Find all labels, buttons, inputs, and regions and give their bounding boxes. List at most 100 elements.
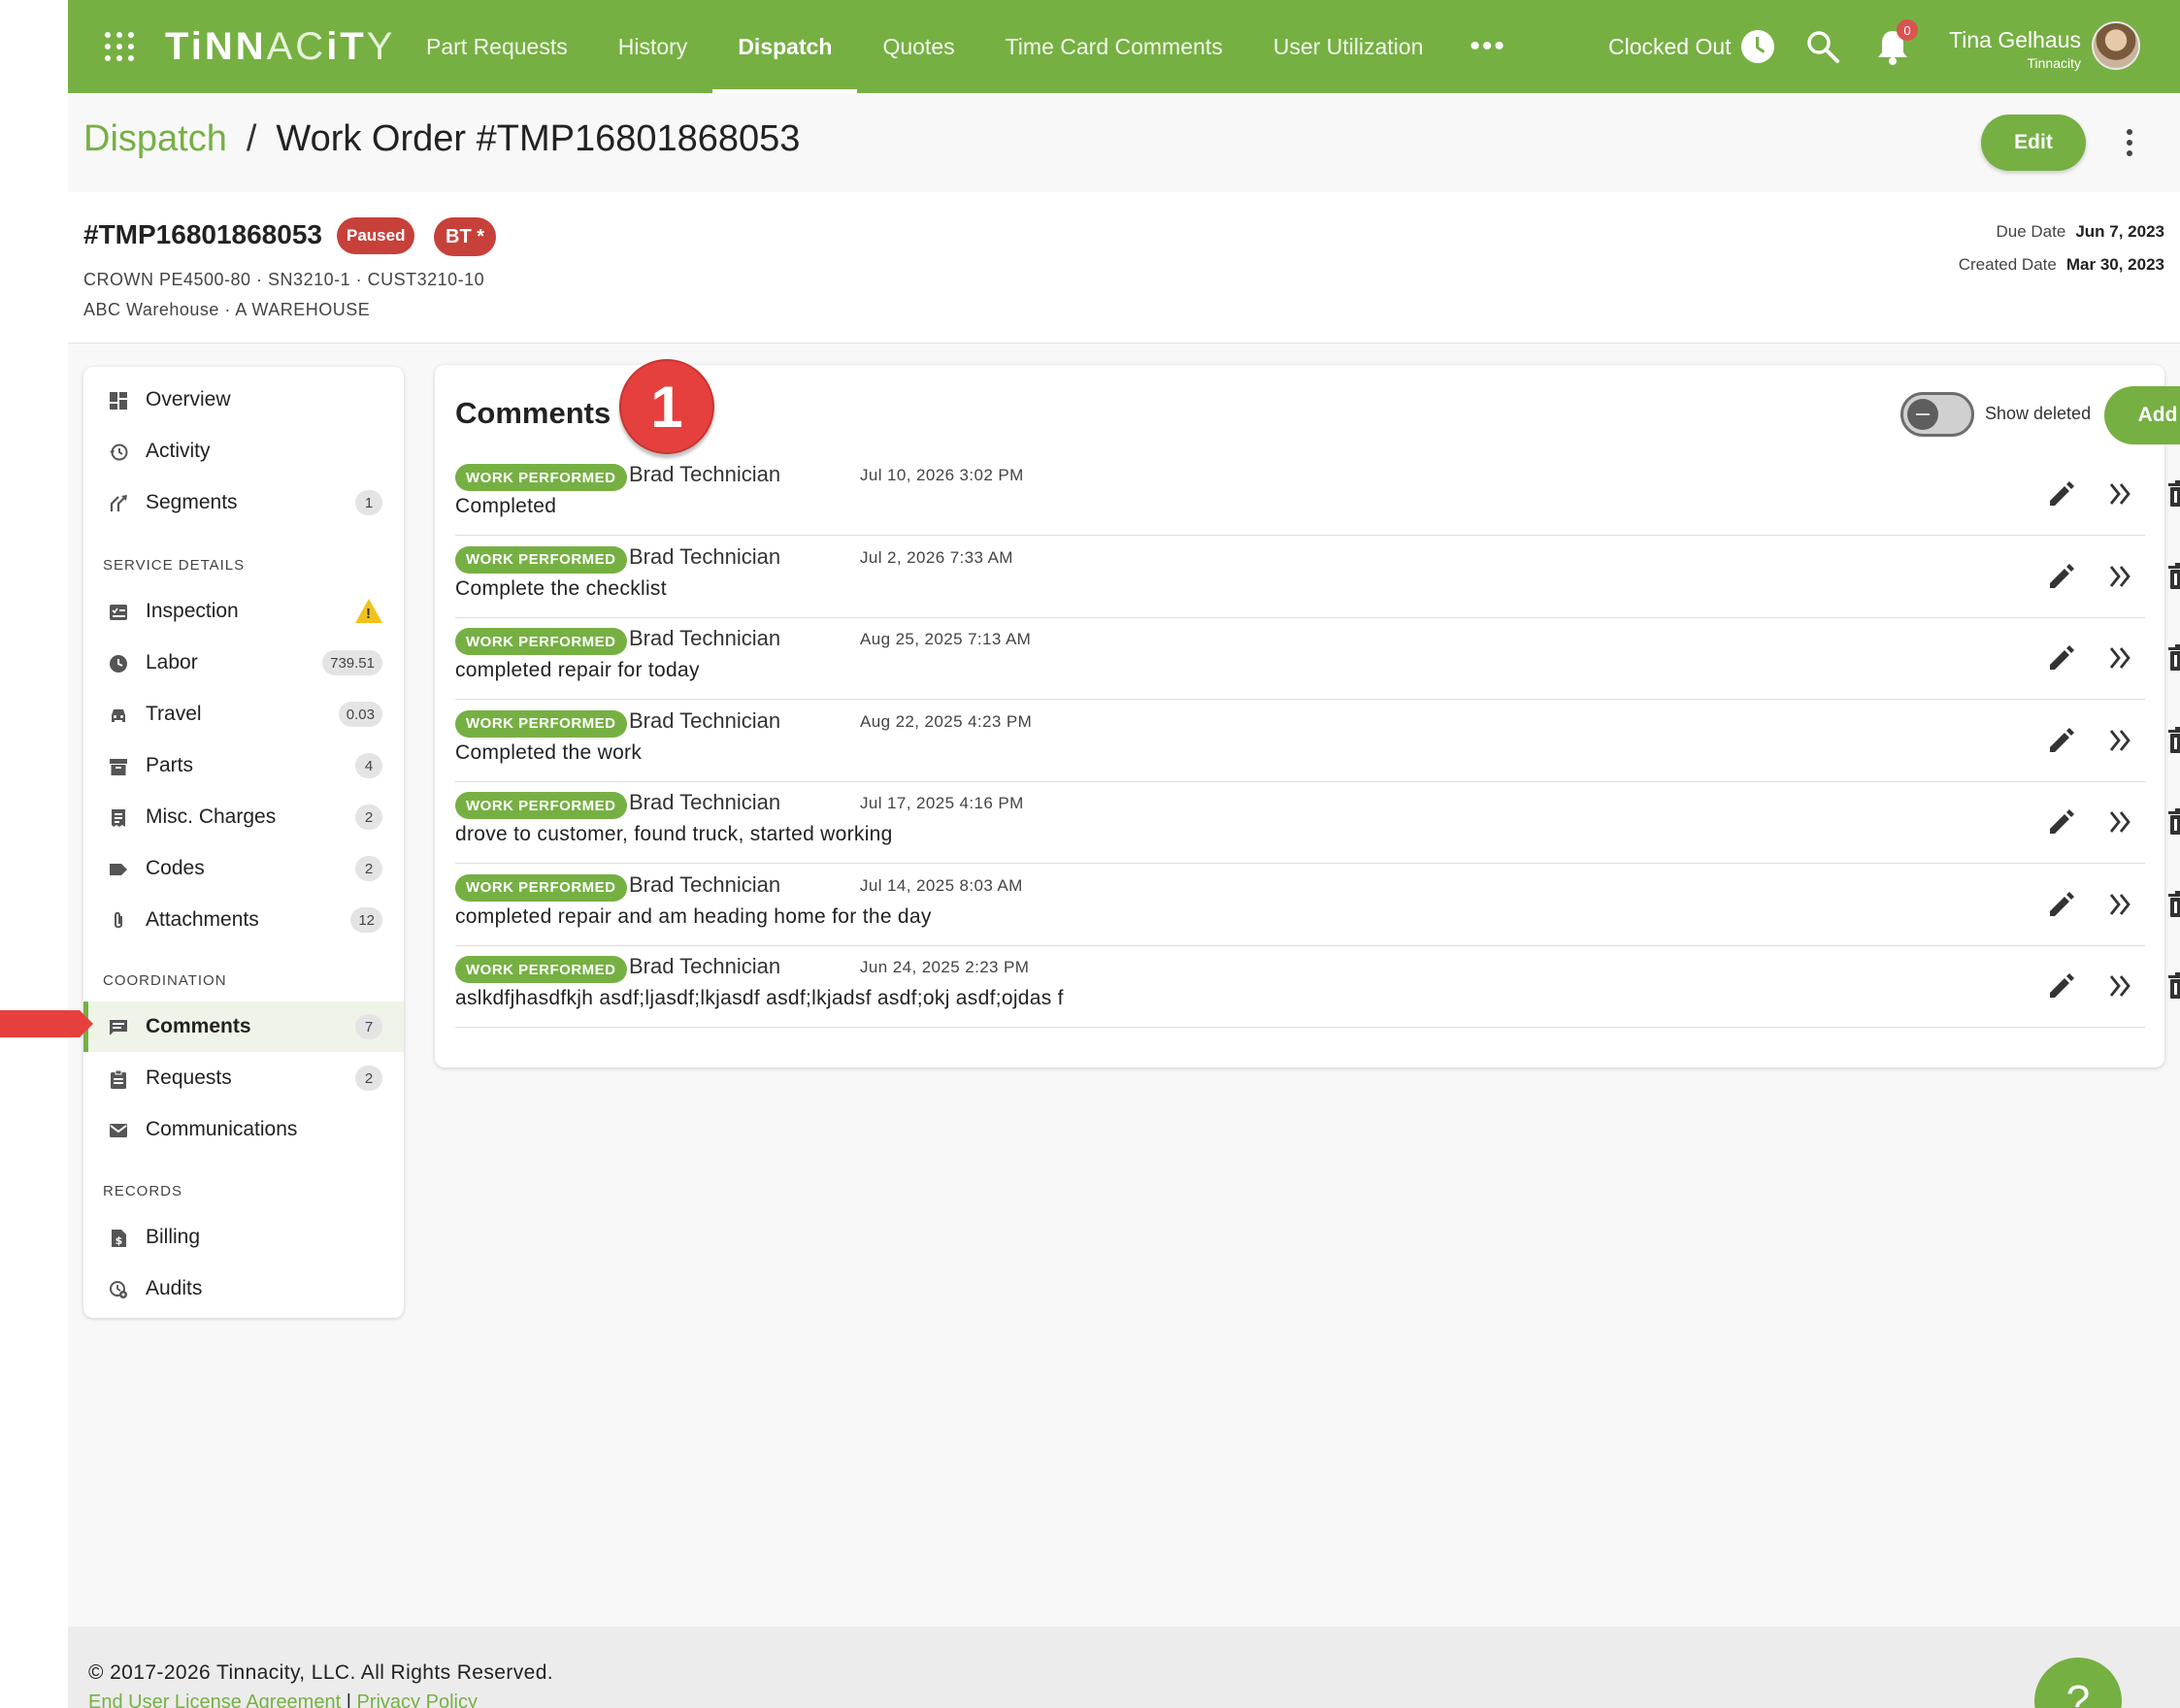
breadcrumb-dispatch-link[interactable]: Dispatch xyxy=(83,118,227,160)
sidebar-item-parts[interactable]: Parts 4 xyxy=(83,740,404,791)
nav-part-requests[interactable]: Part Requests xyxy=(401,0,593,93)
comment-type-tag: WORK PERFORMED xyxy=(455,545,627,574)
clipboard-icon xyxy=(111,1069,126,1089)
delete-comment-icon[interactable] xyxy=(2163,641,2180,674)
forward-comment-icon[interactable] xyxy=(2103,888,2136,921)
tinnacity-logo[interactable]: TiNNACiTY xyxy=(165,25,395,69)
edit-comment-icon[interactable] xyxy=(2045,805,2078,838)
forward-comment-icon[interactable] xyxy=(2103,641,2136,674)
comment-author: Brad Technician xyxy=(629,707,781,733)
nav-quotes[interactable]: Quotes xyxy=(857,0,979,93)
sidebar-item-label: Segments xyxy=(146,491,238,513)
sidebar-item-segments[interactable]: Segments 1 xyxy=(83,477,404,528)
sidebar-item-communications[interactable]: Communications xyxy=(83,1104,404,1155)
comment-type-tag: WORK PERFORMED xyxy=(455,709,627,738)
edit-comment-icon[interactable] xyxy=(2045,477,2078,510)
user-menu[interactable]: Tina Gelhaus Tinnacity xyxy=(1949,27,2081,71)
edit-comment-icon[interactable] xyxy=(2045,969,2078,1002)
comments-panel: Comments 1 Show deleted Add WORK PERFORM… xyxy=(435,359,2180,1068)
sidebar-item-label: Misc. Charges xyxy=(146,805,277,828)
delete-comment-icon[interactable] xyxy=(2163,477,2180,510)
due-date-value: Jun 7, 2023 xyxy=(2075,222,2164,241)
privacy-link[interactable]: Privacy Policy xyxy=(356,1692,477,1708)
forward-comment-icon[interactable] xyxy=(2103,805,2136,838)
comment-text: Completed the work xyxy=(455,740,643,764)
sidebar-item-misc-charges[interactable]: Misc. Charges 2 xyxy=(83,792,404,842)
sidebar-section-title: SERVICE DETAILS xyxy=(103,557,246,574)
nav-user-utilization[interactable]: User Utilization xyxy=(1248,0,1449,93)
comment-type-tag: WORK PERFORMED xyxy=(455,792,627,819)
forward-comment-icon[interactable] xyxy=(2103,969,2136,1002)
nav-time-card-comments[interactable]: Time Card Comments xyxy=(980,0,1248,93)
forward-comment-icon[interactable] xyxy=(2103,477,2136,510)
delete-comment-icon[interactable] xyxy=(2163,888,2180,921)
main-nav: Part Requests History Dispatch Quotes Time C… xyxy=(401,0,1528,93)
sidebar-item-label: Travel xyxy=(146,703,202,725)
equipment-line: CROWN PE4500-80 · SN3210-1 · CUST3210-10 xyxy=(83,270,485,289)
sidebar-item-audits[interactable]: Audits xyxy=(83,1264,404,1314)
copyright-text: © 2017-2026 Tinnacity, LLC. All Rights R… xyxy=(88,1661,554,1684)
delete-comment-icon[interactable] xyxy=(2163,560,2180,593)
car-icon xyxy=(112,709,125,722)
breadcrumb: Dispatch / Work Order #TMP16801868053 xyxy=(83,118,800,160)
sidebar-item-codes[interactable]: Codes 2 xyxy=(83,843,404,894)
sidebar-item-overview[interactable]: Overview xyxy=(83,375,404,425)
clock-status[interactable]: Clocked Out xyxy=(1608,30,1774,63)
count-badge: 7 xyxy=(355,1014,382,1039)
edit-comment-icon[interactable] xyxy=(2045,560,2078,593)
sidebar-item-label: Overview xyxy=(146,388,231,411)
comment-text: Complete the checklist xyxy=(455,576,667,600)
comment-time: Jul 10, 2026 3:02 PM xyxy=(860,466,1024,484)
user-avatar[interactable] xyxy=(2092,21,2140,70)
work-order-summary: #TMP16801868053 Paused BT * CROWN PE4500… xyxy=(68,192,2180,344)
add-comment-button[interactable]: Add xyxy=(2104,386,2180,444)
more-options-icon[interactable] xyxy=(2126,129,2133,156)
edit-comment-icon[interactable] xyxy=(2045,641,2078,674)
sidebar-item-comments[interactable]: Comments 7 xyxy=(83,1002,404,1052)
comment-author: Brad Technician xyxy=(629,626,781,650)
delete-comment-icon[interactable] xyxy=(2163,724,2180,757)
nav-dispatch[interactable]: Dispatch xyxy=(712,0,858,93)
count-badge: 1 xyxy=(355,490,382,515)
count-badge: 2 xyxy=(355,856,382,881)
sidebar-item-requests[interactable]: Requests 2 xyxy=(83,1053,404,1103)
search-icon[interactable] xyxy=(1805,29,1840,64)
eula-link[interactable]: End User License Agreement xyxy=(88,1692,341,1708)
comment-text: completed repair for today xyxy=(455,659,700,681)
due-date-label: Due Date xyxy=(1996,222,2066,241)
edit-comment-icon[interactable] xyxy=(2045,888,2078,921)
comment-row: WORK PERFORMED Brad Technician Aug 22, 202… xyxy=(435,701,2180,782)
nav-more-icon[interactable]: ••• xyxy=(1448,0,1528,93)
sidebar-item-label: Billing xyxy=(146,1226,201,1248)
user-org: Tinnacity xyxy=(2027,55,2081,71)
svg-text:$: $ xyxy=(116,1234,123,1247)
comment-row: WORK PERFORMED Brad Technician Jul 17, 202… xyxy=(435,782,2180,864)
technician-badge[interactable]: BT * xyxy=(434,217,496,256)
sidebar-item-label: Parts xyxy=(146,754,194,776)
sidebar-item-activity[interactable]: Activity xyxy=(83,426,404,476)
warning-icon xyxy=(355,599,382,623)
apps-grid-icon[interactable] xyxy=(105,32,134,61)
sidebar-item-inspection[interactable]: Inspection xyxy=(83,586,404,637)
show-deleted-toggle[interactable] xyxy=(1900,392,1974,437)
sidebar-item-label: Labor xyxy=(146,651,198,673)
nav-history[interactable]: History xyxy=(593,0,713,93)
forward-comment-icon[interactable] xyxy=(2103,724,2136,757)
edit-button[interactable]: Edit xyxy=(1981,115,2086,171)
status-badge: Paused xyxy=(337,217,415,254)
edit-comment-icon[interactable] xyxy=(2045,724,2078,757)
forward-comment-icon[interactable] xyxy=(2103,560,2136,593)
sidebar-item-billing[interactable]: $ Billing xyxy=(83,1212,404,1263)
delete-comment-icon[interactable] xyxy=(2163,805,2180,838)
comment-time: Aug 25, 2025 7:13 AM xyxy=(860,630,1032,648)
comment-row: WORK PERFORMED Brad Technician Jul 14, 202… xyxy=(435,865,2180,946)
sidebar-item-travel[interactable]: Travel 0.03 xyxy=(83,689,404,739)
breadcrumb-separator: / xyxy=(246,118,257,159)
sidebar-item-labor[interactable]: Labor 739.51 xyxy=(83,638,404,688)
comment-row: WORK PERFORMED Brad Technician Jul 2, 2026… xyxy=(435,537,2180,618)
comments-title: Comments xyxy=(455,396,611,430)
comment-time: Jul 14, 2025 8:03 AM xyxy=(860,875,1023,895)
sidebar-item-attachments[interactable]: Attachments 12 xyxy=(83,895,404,945)
delete-comment-icon[interactable] xyxy=(2163,969,2180,1002)
comment-author: Brad Technician xyxy=(629,462,781,486)
